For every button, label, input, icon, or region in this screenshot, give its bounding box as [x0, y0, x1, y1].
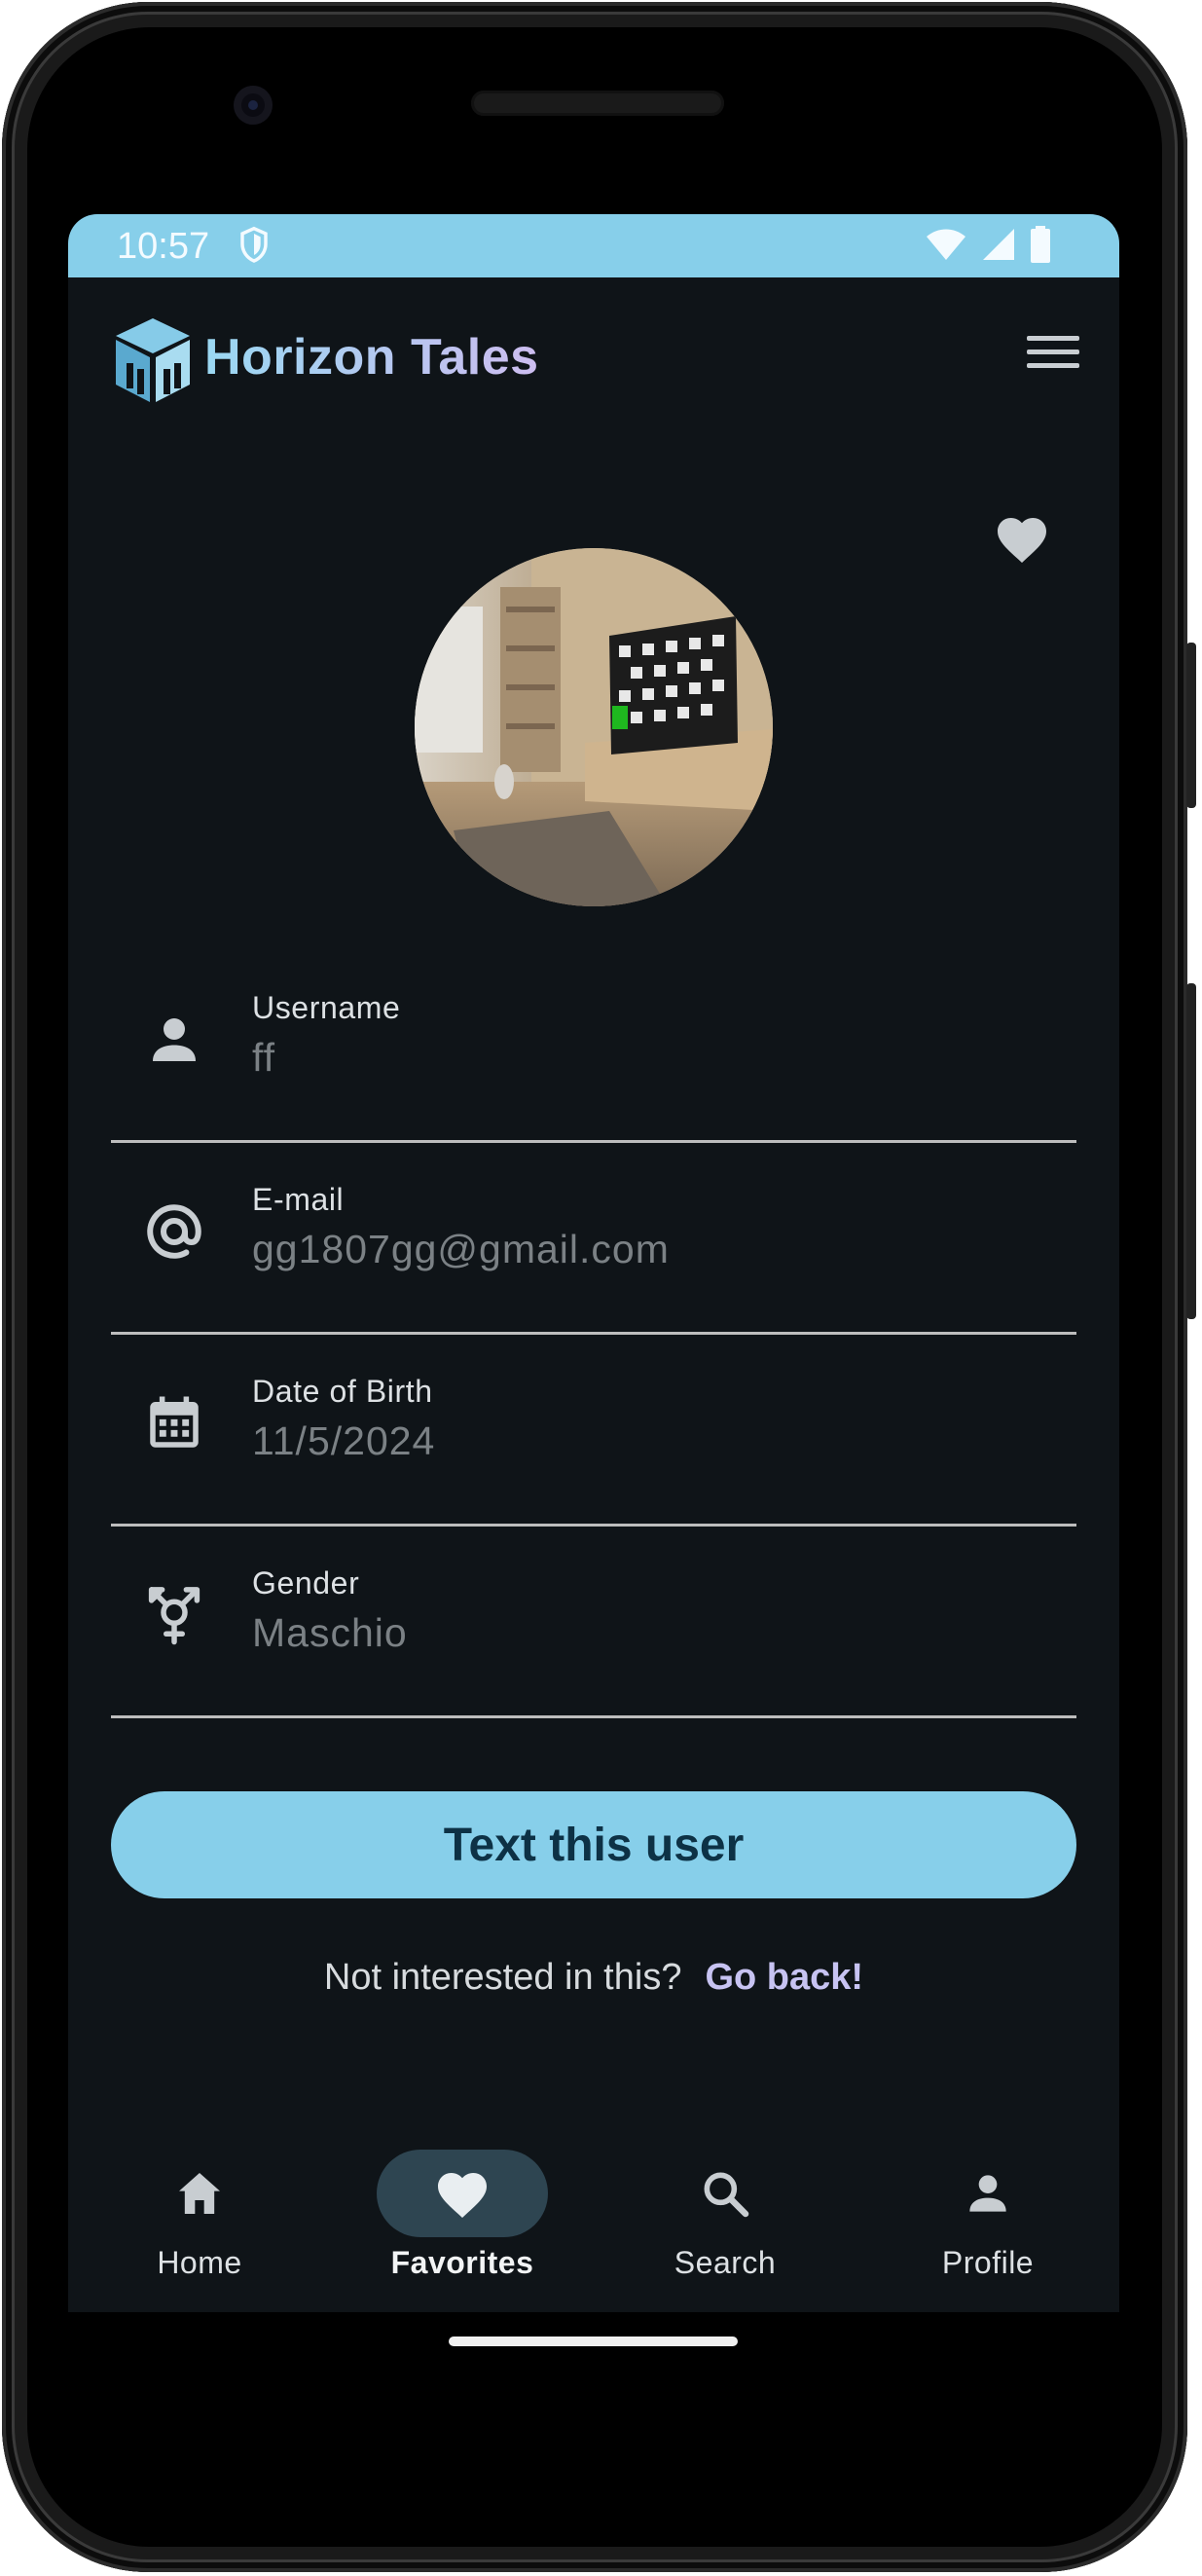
username-value: ff — [252, 1035, 276, 1080]
status-time: 10:57 — [117, 226, 210, 267]
at-icon — [142, 1199, 206, 1264]
date-of-birth-value: 11/5/2024 — [252, 1418, 436, 1463]
nav-item-search[interactable]: Search — [594, 2122, 856, 2312]
bottom-navigation: Home Favorites Search Profile — [68, 2122, 1119, 2312]
status-bar: 10:57 — [68, 214, 1119, 277]
search-icon — [704, 2172, 749, 2218]
gender-label: Gender — [252, 1565, 360, 1601]
heart-icon — [438, 2173, 487, 2218]
date-of-birth-field[interactable]: Date of Birth 11/5/2024 — [111, 1333, 1076, 1527]
nav-icon-container — [902, 2150, 1074, 2237]
calendar-icon — [142, 1391, 206, 1455]
username-field[interactable]: Username ff — [111, 949, 1076, 1143]
heart-icon — [998, 518, 1046, 563]
nav-icon-container — [114, 2150, 285, 2237]
email-field[interactable]: E-mail gg1807gg@gmail.com — [111, 1141, 1076, 1335]
person-icon — [142, 1008, 206, 1072]
menu-button[interactable] — [1024, 331, 1082, 380]
shield-icon — [238, 226, 270, 270]
menu-icon-line — [1027, 336, 1079, 341]
email-value: gg1807gg@gmail.com — [252, 1227, 670, 1271]
earpiece-speaker — [471, 91, 724, 116]
go-back-prompt: Not interested in this? Go back! — [68, 1957, 1119, 1999]
gender-value: Maschio — [252, 1610, 408, 1655]
app-title: Horizon Tales — [204, 329, 539, 386]
home-icon — [179, 2173, 220, 2214]
date-of-birth-label: Date of Birth — [252, 1374, 433, 1409]
cube-logo-icon — [113, 316, 193, 409]
battery-icon — [1030, 226, 1051, 268]
nav-label-profile: Profile — [941, 2245, 1035, 2280]
favorite-toggle-button[interactable] — [993, 511, 1051, 570]
status-icons — [925, 226, 1051, 268]
menu-icon-line — [1027, 350, 1079, 354]
text-this-user-button[interactable]: Text this user — [111, 1791, 1076, 1898]
nav-icon-container — [377, 2150, 548, 2237]
go-back-link[interactable]: Go back! — [705, 1957, 863, 1998]
username-label: Username — [252, 990, 401, 1025]
nav-icon-container — [639, 2150, 811, 2237]
volume-button — [1186, 983, 1196, 1319]
nav-label-search: Search — [674, 2245, 777, 2280]
nav-item-favorites[interactable]: Favorites — [331, 2122, 594, 2312]
email-label: E-mail — [252, 1182, 345, 1217]
gender-field[interactable]: Gender Maschio — [111, 1525, 1076, 1718]
wifi-icon — [925, 227, 967, 267]
home-indicator[interactable] — [449, 2337, 738, 2346]
menu-icon-line — [1027, 363, 1079, 368]
nav-label-home: Home — [157, 2245, 242, 2280]
signal-icon — [981, 227, 1016, 267]
nav-label-favorites: Favorites — [390, 2245, 534, 2280]
not-interested-text: Not interested in this? — [323, 1957, 682, 1998]
transgender-icon — [142, 1583, 206, 1647]
app-screen: 10:57 Horizon Tales Username ff E-mail g… — [68, 214, 1119, 2312]
front-camera — [234, 86, 273, 125]
profile-avatar — [415, 548, 773, 906]
person-icon — [969, 2175, 1006, 2212]
nav-item-home[interactable]: Home — [68, 2122, 331, 2312]
power-button — [1186, 643, 1196, 808]
app-bar: Horizon Tales — [68, 277, 1119, 423]
nav-item-profile[interactable]: Profile — [856, 2122, 1119, 2312]
